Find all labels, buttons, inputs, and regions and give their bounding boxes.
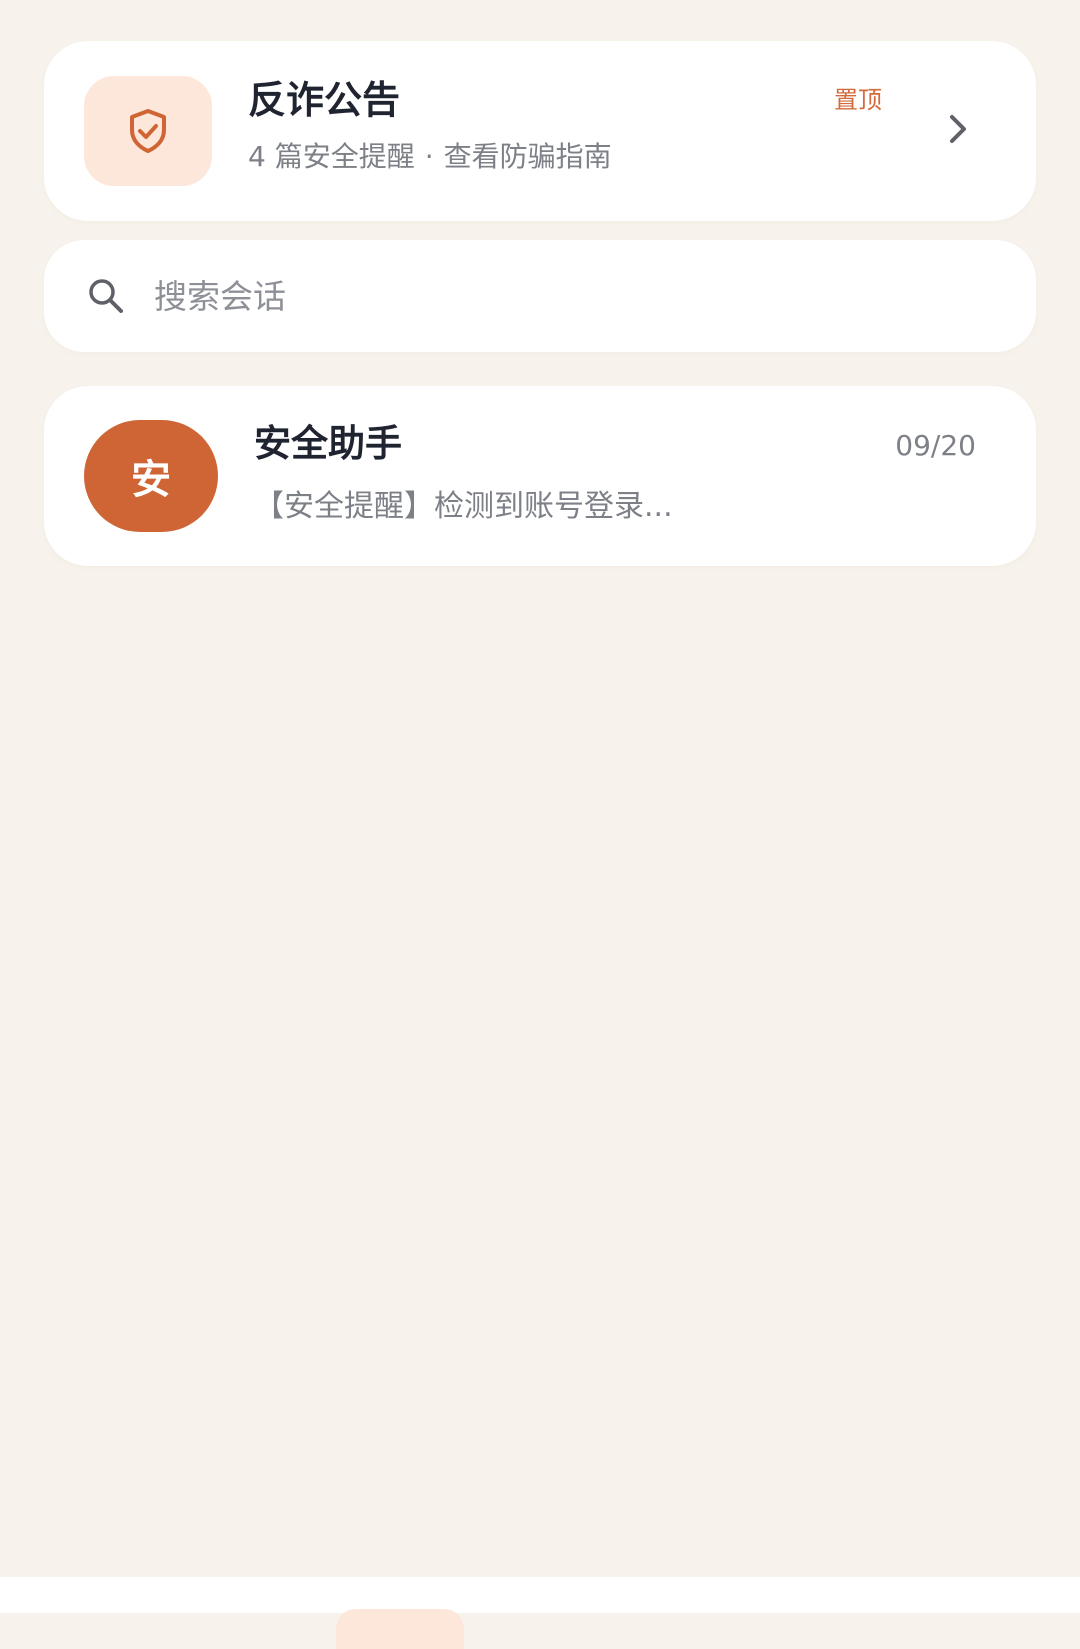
conversation-preview: 【安全提醒】检测到账号登录... [254,489,673,524]
active-tab-indicator[interactable] [336,1609,464,1649]
pinned-badge: 置顶 [834,86,882,114]
conversation-item[interactable]: 安 安全助手 09/20 【安全提醒】检测到账号登录... [44,386,1036,566]
search-input[interactable] [154,268,974,324]
chevron-right-icon[interactable] [942,109,974,149]
shield-check-icon [84,76,212,186]
announcement-subtitle: 4 篇安全提醒 · 查看防骗指南 [248,137,612,177]
search-bar[interactable] [44,240,1036,352]
announcement-count: 4 篇安全提醒 [248,140,415,173]
announcement-title: 反诈公告 [248,78,401,122]
search-icon [86,276,126,316]
subtitle-separator: · [424,140,434,173]
fraud-guide-link: 查看防骗指南 [443,140,612,173]
anti-fraud-announcement-card[interactable]: 反诈公告 4 篇安全提醒 · 查看防骗指南 置顶 [44,41,1036,221]
conversation-time: 09/20 [895,429,976,462]
avatar: 安 [84,420,218,532]
bottom-tab-bar [0,1577,1080,1649]
conversation-name: 安全助手 [254,422,402,465]
